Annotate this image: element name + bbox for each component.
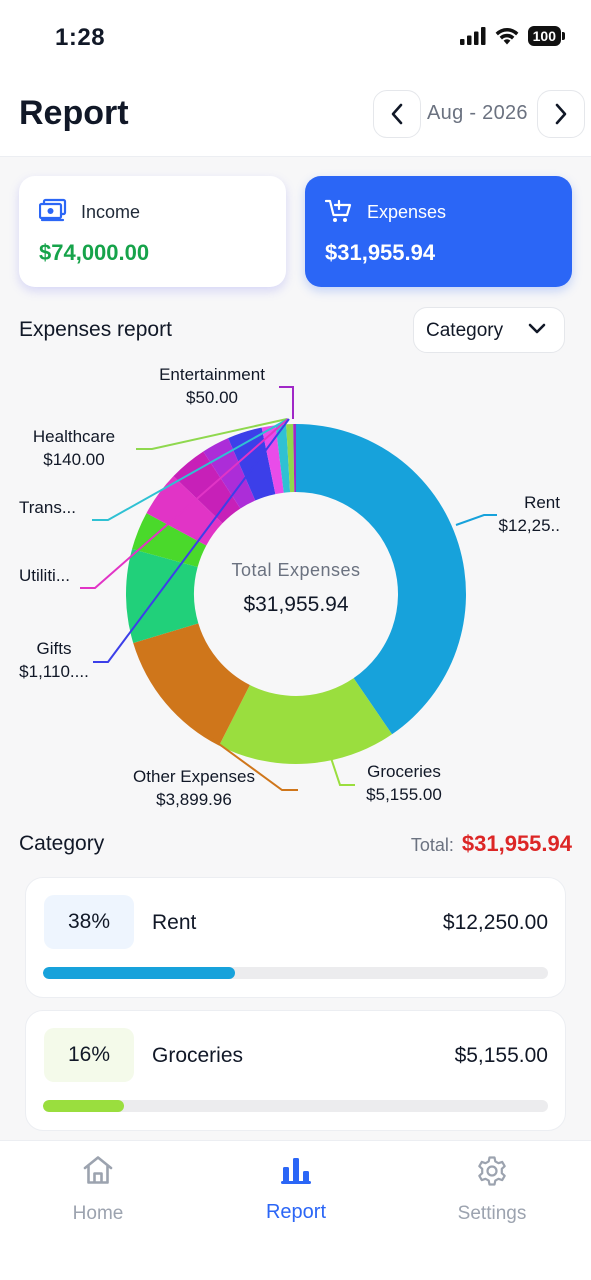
page-title: Report (19, 94, 129, 132)
category-card-groceries[interactable]: 16% Groceries $5,155.00 (25, 1010, 566, 1131)
current-period: Aug - 2026 (427, 102, 528, 124)
income-cash-icon (39, 198, 67, 222)
donut-center-label: Total Expenses (231, 560, 360, 580)
slice-amount-rent: $12,25.. (499, 516, 560, 535)
callout-amount-healthcare: $140.00 (43, 450, 104, 469)
expenses-report-title: Expenses report (19, 318, 172, 341)
battery-icon: 100 (527, 26, 565, 46)
callout-amount-gifts: $1,110.... (19, 662, 89, 681)
donut-center-value: $31,955.94 (243, 593, 348, 616)
gear-icon (478, 1156, 506, 1186)
income-card[interactable]: Income $74,000.00 (19, 176, 286, 287)
leader-line-rent (455, 514, 497, 526)
battery-level: 100 (527, 26, 561, 46)
tab-report-label: Report (265, 1201, 327, 1223)
callout-label-healthcare: Healthcare (33, 427, 115, 446)
chevron-left-icon (391, 103, 403, 125)
slice-label-rent: Rent (524, 493, 560, 512)
total-value: $31,955.94 (461, 831, 572, 856)
slice-amount-groceries: $5,155.00 (366, 785, 442, 804)
expenses-card[interactable]: Expenses $31,955.94 (305, 176, 572, 287)
category-name: Groceries (152, 1044, 244, 1067)
income-label: Income (81, 202, 141, 222)
slice-label-groceries: Groceries (367, 762, 441, 781)
status-bar: 1:28 100 (0, 0, 591, 72)
previous-month-button[interactable] (373, 90, 421, 138)
tab-home[interactable]: Home (28, 1155, 168, 1225)
category-percent: 16% (67, 1043, 111, 1066)
status-time: 1:28 (55, 24, 106, 51)
category-percent-badge: 38% (44, 895, 134, 949)
report-content[interactable]: Income $74,000.00 Expenses $31,955.94 Ex… (0, 157, 591, 1140)
category-percent: 38% (67, 910, 111, 933)
category-progress-fill (43, 967, 235, 979)
category-section-title: Category (19, 832, 105, 855)
category-card-rent[interactable]: 38% Rent $12,250.00 (25, 877, 566, 998)
category-progress-track (43, 1100, 548, 1112)
cart-add-icon (325, 199, 352, 222)
callout-label-utiliti: Utiliti... (19, 566, 70, 585)
category-name: Rent (152, 911, 197, 934)
bottom-tab-bar: Home Report Settings (0, 1140, 591, 1280)
callout-amount-entertainment: $50.00 (186, 388, 238, 407)
status-icons: 100 (459, 26, 565, 46)
chevron-down-icon (528, 323, 546, 334)
wifi-icon (495, 28, 519, 45)
tab-home-label: Home (72, 1203, 124, 1224)
category-total: Total: $31,955.94 (411, 831, 572, 857)
callout-label-entertainment: Entertainment (159, 365, 265, 384)
signal-icon (459, 27, 486, 45)
category-progress-fill (43, 1100, 124, 1112)
expenses-donut-chart[interactable]: Rent $12,25.. Groceries $5,155.00 Other Expe… (0, 357, 591, 817)
page-header: Report Aug - 2026 (0, 72, 591, 157)
total-label: Total: (410, 835, 454, 855)
category-percent-badge: 16% (44, 1028, 134, 1082)
expenses-label: Expenses (367, 202, 447, 222)
callout-label-gifts: Gifts (37, 639, 72, 658)
chevron-right-icon (555, 103, 567, 125)
tab-settings-label: Settings (457, 1203, 527, 1224)
category-amount: $12,250.00 (442, 911, 548, 934)
expenses-amount: $31,955.94 (325, 240, 436, 265)
tab-settings[interactable]: Settings (422, 1155, 562, 1225)
slice-label-other-expenses: Other Expenses (133, 767, 255, 786)
tab-report[interactable]: Report (226, 1155, 366, 1224)
home-icon (83, 1156, 113, 1184)
leader-line-entertainment (279, 386, 294, 419)
group-by-dropdown[interactable]: Category (413, 307, 565, 353)
bar-chart-icon (281, 1158, 311, 1184)
callout-label-trans: Trans... (19, 498, 76, 517)
category-progress-track (43, 967, 548, 979)
group-by-value: Category (426, 320, 504, 341)
slice-amount-other-expenses: $3,899.96 (156, 790, 232, 809)
next-month-button[interactable] (537, 90, 585, 138)
income-amount: $74,000.00 (39, 240, 150, 265)
category-amount: $5,155.00 (454, 1044, 548, 1067)
